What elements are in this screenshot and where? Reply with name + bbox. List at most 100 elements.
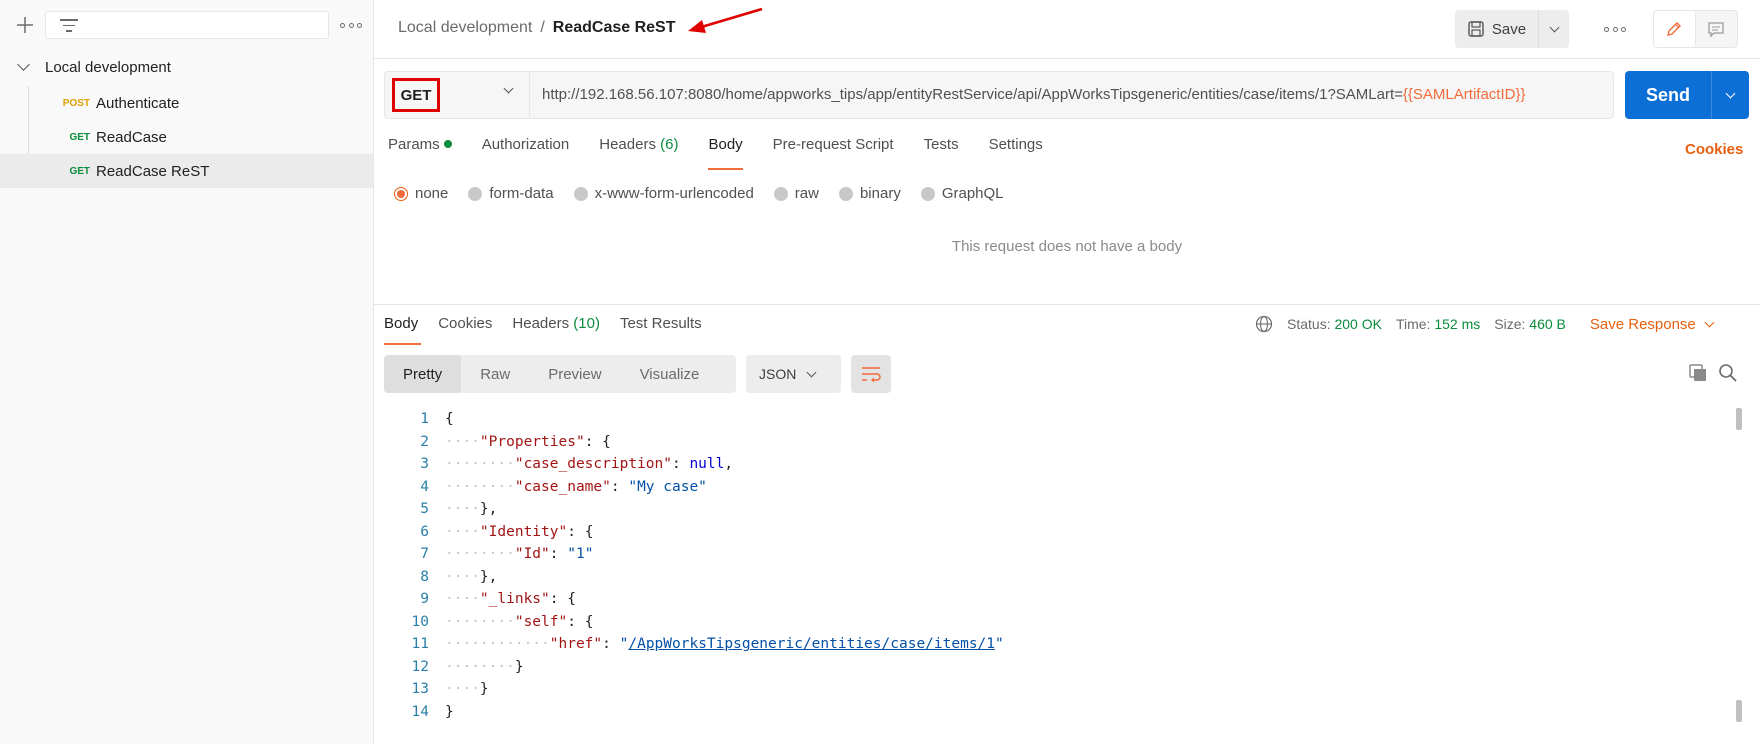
status-value: 200 OK — [1334, 316, 1382, 332]
time-label: Time: — [1395, 316, 1431, 332]
view-visualize[interactable]: Visualize — [621, 355, 719, 393]
request-item-authenticate[interactable]: POST Authenticate — [0, 86, 373, 120]
tab-label: Cookies — [438, 315, 493, 332]
scrollbar-thumb[interactable] — [1736, 700, 1742, 722]
json-value: "My case" — [628, 478, 707, 495]
code-line: 6 ····"Identity": { — [384, 521, 1734, 544]
tab-tests[interactable]: Tests — [924, 136, 959, 170]
request-label: ReadCase — [96, 128, 167, 146]
copy-icon[interactable] — [1688, 363, 1708, 383]
no-body-message: This request does not have a body — [951, 238, 1183, 255]
comments-button[interactable] — [1696, 11, 1738, 47]
json-key: "case_description" — [514, 456, 672, 473]
tab-label: Test Results — [619, 315, 702, 332]
body-type-graphql[interactable]: GraphQL — [920, 185, 1004, 202]
response-body-code[interactable]: 1{ 2 ····"Properties": { 3 ········"case_d… — [384, 408, 1734, 723]
size-info[interactable]: Size: 460 B — [1494, 316, 1566, 332]
chevron-down-icon — [16, 58, 30, 71]
header-more-icon[interactable] — [1604, 24, 1626, 34]
breadcrumb: Local development / ReadCase ReST — [398, 19, 675, 37]
globe-icon[interactable] — [1255, 315, 1273, 333]
collection-label: Local development — [45, 58, 171, 76]
edit-mode-button[interactable] — [1654, 11, 1696, 47]
request-tabs: Params Authorization Headers (6) Body Pr… — [388, 136, 1043, 170]
line-number: 7 — [420, 546, 429, 563]
breadcrumb-current[interactable]: ReadCase ReST — [553, 19, 676, 37]
method-badge-post: POST — [62, 97, 90, 109]
json-key: "Properties" — [479, 433, 585, 450]
active-tab-underline — [384, 343, 421, 345]
line-number: 9 — [420, 591, 429, 608]
tab-label: Settings — [988, 136, 1043, 153]
sidebar: Local development POST Authenticate GET … — [0, 0, 374, 744]
cookies-link[interactable]: Cookies — [1685, 141, 1743, 158]
line-number: 6 — [420, 523, 429, 540]
new-button[interactable] — [12, 12, 38, 38]
request-item-readcase[interactable]: GET ReadCase — [0, 120, 373, 154]
save-options-button[interactable] — [1538, 10, 1569, 48]
radio-label: x-www-form-urlencoded — [594, 185, 754, 202]
code-line: 8 ····}, — [384, 566, 1734, 589]
save-response-button[interactable]: Save Response — [1590, 316, 1715, 333]
radio-label: GraphQL — [941, 185, 1004, 202]
json-link-value[interactable]: /AppWorksTipsgeneric/entities/case/items… — [628, 636, 995, 652]
search-icon[interactable] — [1718, 363, 1738, 383]
resp-tab-cookies[interactable]: Cookies — [438, 315, 492, 349]
chevron-down-icon — [1725, 88, 1736, 98]
radio-icon — [573, 186, 588, 201]
size-label: Size: — [1494, 316, 1526, 332]
request-item-readcase-rest[interactable]: GET ReadCase ReST — [0, 154, 373, 188]
pane-divider[interactable] — [374, 304, 1760, 305]
breadcrumb-parent[interactable]: Local development — [398, 19, 532, 37]
tab-headers[interactable]: Headers (6) — [599, 136, 678, 170]
json-key: "Identity" — [479, 523, 568, 540]
tab-authorization[interactable]: Authorization — [482, 136, 570, 170]
tab-count: (10) — [573, 315, 600, 332]
body-type-raw[interactable]: raw — [773, 185, 819, 202]
scrollbar-thumb[interactable] — [1736, 408, 1742, 430]
url-input[interactable]: http://192.168.56.107:8080/home/appworks… — [542, 86, 1525, 103]
resp-tab-test-results[interactable]: Test Results — [620, 315, 702, 349]
body-type-form-data[interactable]: form-data — [468, 185, 554, 202]
tab-pre-request-script[interactable]: Pre-request Script — [773, 136, 894, 170]
size-value: 460 B — [1529, 316, 1566, 332]
body-type-urlencoded[interactable]: x-www-form-urlencoded — [573, 185, 754, 202]
body-type-none[interactable]: none — [394, 185, 448, 202]
tab-body[interactable]: Body — [708, 136, 743, 170]
view-pretty[interactable]: Pretty — [384, 355, 462, 393]
view-raw[interactable]: Raw — [461, 355, 529, 393]
response-view-modes: Pretty Raw Preview Visualize — [384, 355, 736, 393]
json-key: "href" — [549, 636, 603, 653]
view-preview[interactable]: Preview — [529, 355, 620, 393]
radio-icon — [773, 186, 788, 201]
time-info[interactable]: Time: 152 ms — [1396, 316, 1480, 332]
save-button[interactable]: Save — [1455, 10, 1538, 48]
wrap-lines-button[interactable] — [851, 355, 891, 393]
body-type-binary[interactable]: binary — [838, 185, 901, 202]
line-number: 4 — [420, 478, 429, 495]
tab-label: Params — [388, 136, 440, 153]
tab-params[interactable]: Params — [388, 136, 452, 170]
radio-icon — [468, 186, 483, 201]
url-base: http://192.168.56.107:8080/home/appworks… — [542, 86, 1403, 103]
view-mode-toggle — [1653, 10, 1738, 48]
send-button[interactable]: Send — [1625, 71, 1711, 119]
code-line: 10 ········"self": { — [384, 611, 1734, 634]
method-value: GET — [392, 78, 440, 112]
sidebar-more-icon[interactable] — [340, 20, 362, 30]
send-options-button[interactable] — [1711, 71, 1749, 119]
radio-label: binary — [859, 185, 901, 202]
collection-local-development[interactable]: Local development — [0, 50, 373, 84]
method-select[interactable]: GET — [385, 72, 530, 118]
chevron-down-icon — [1704, 317, 1715, 327]
resp-tab-headers[interactable]: Headers (10) — [512, 315, 600, 349]
format-value: JSON — [759, 366, 797, 382]
tab-settings[interactable]: Settings — [989, 136, 1043, 170]
request-label: Authenticate — [96, 94, 180, 112]
save-icon — [1468, 21, 1484, 37]
sidebar-filter-input[interactable] — [45, 11, 329, 39]
status-info[interactable]: Status: 200 OK — [1287, 316, 1382, 332]
format-select[interactable]: JSON — [746, 355, 841, 393]
line-number: 5 — [420, 501, 429, 518]
save-button-group: Save — [1455, 10, 1569, 48]
